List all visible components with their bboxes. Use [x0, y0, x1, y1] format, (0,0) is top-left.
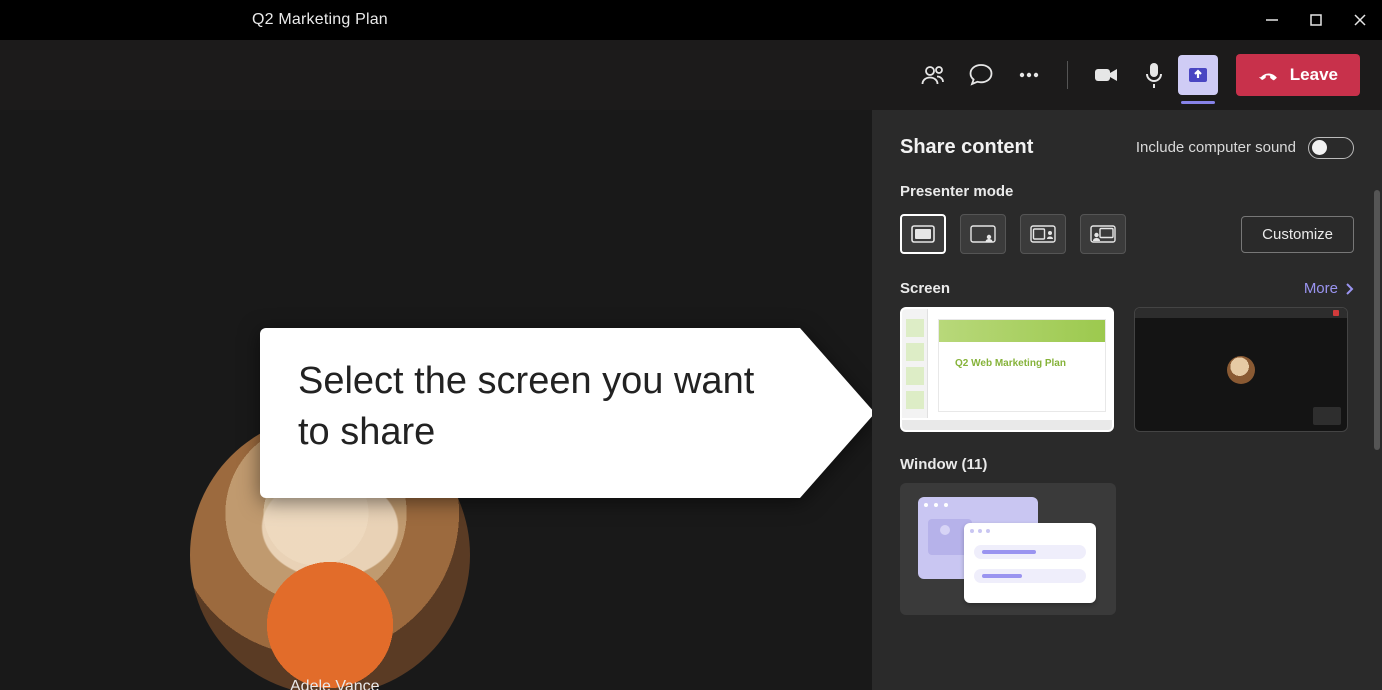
share-content-button[interactable] [1178, 55, 1218, 95]
window-thumbnail[interactable] [900, 483, 1116, 615]
toolbar-divider [1067, 61, 1068, 89]
share-panel-title: Share content [900, 136, 1033, 159]
hangup-icon [1258, 64, 1280, 86]
instruction-callout-text: Select the screen you want to share [260, 328, 800, 498]
leave-button[interactable]: Leave [1236, 54, 1360, 96]
title-bar: Q2 Marketing Plan [0, 0, 1382, 40]
participant-name-label: Adele Vance [290, 678, 380, 690]
call-toolbar: Leave [0, 40, 1382, 110]
more-actions-button[interactable] [1005, 51, 1053, 99]
presenter-mode-label: Presenter mode [900, 183, 1354, 200]
presenter-mode-row: Customize [900, 214, 1354, 254]
screen-thumbnails: Q2 Web Marketing Plan [900, 307, 1354, 432]
microphone-button[interactable] [1130, 51, 1178, 99]
chat-button[interactable] [957, 51, 1005, 99]
screen-thumbnail-1[interactable]: Q2 Web Marketing Plan [900, 307, 1114, 432]
leave-button-label: Leave [1290, 65, 1338, 85]
screen-1-slide-title: Q2 Web Marketing Plan [955, 358, 1093, 369]
callout-arrow-icon [800, 328, 872, 498]
screen-more-link[interactable]: More [1304, 280, 1354, 297]
main-area: Adele Vance Select the screen you want t… [0, 110, 1382, 690]
panel-scrollbar[interactable] [1374, 190, 1380, 450]
share-content-panel: Share content Include computer sound Pre… [872, 110, 1382, 690]
close-button[interactable] [1350, 10, 1370, 30]
minimize-button[interactable] [1262, 10, 1282, 30]
window-title: Q2 Marketing Plan [252, 11, 388, 29]
maximize-button[interactable] [1306, 10, 1326, 30]
presenter-mode-reporter[interactable] [1080, 214, 1126, 254]
more-label: More [1304, 280, 1338, 297]
presenter-mode-standout[interactable] [960, 214, 1006, 254]
customize-button[interactable]: Customize [1241, 216, 1354, 253]
screen-thumbnail-2[interactable] [1134, 307, 1348, 432]
presenter-mode-content-only[interactable] [900, 214, 946, 254]
presenter-mode-side-by-side[interactable] [1020, 214, 1066, 254]
include-sound-toggle[interactable] [1308, 137, 1354, 159]
chevron-right-icon [1344, 283, 1354, 295]
window-controls [1262, 10, 1370, 30]
window-section-label: Window (11) [900, 456, 1354, 473]
instruction-callout: Select the screen you want to share [260, 328, 872, 498]
camera-button[interactable] [1082, 51, 1130, 99]
include-sound-label: Include computer sound [1136, 139, 1296, 156]
screen-section-label: Screen [900, 280, 950, 297]
video-stage: Adele Vance Select the screen you want t… [0, 110, 872, 690]
participants-button[interactable] [909, 51, 957, 99]
